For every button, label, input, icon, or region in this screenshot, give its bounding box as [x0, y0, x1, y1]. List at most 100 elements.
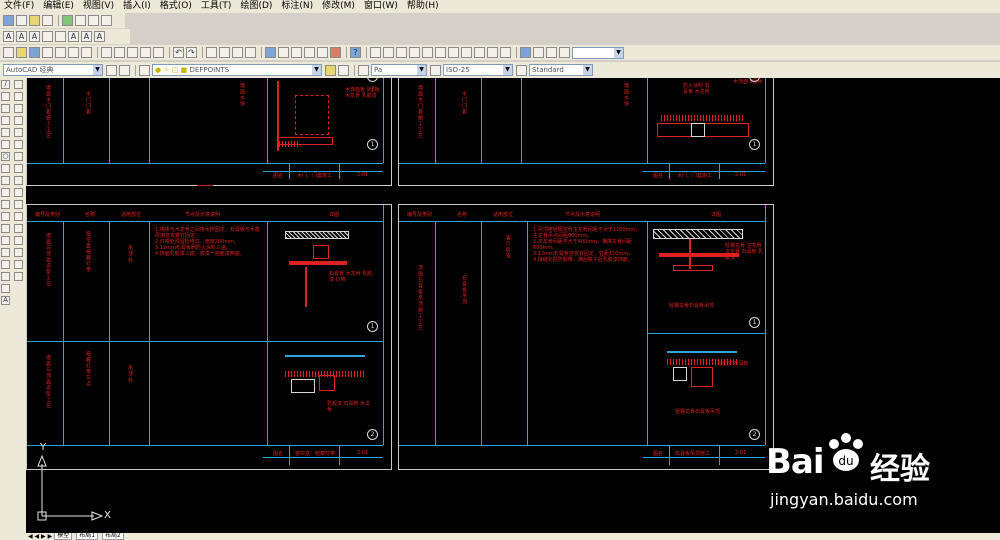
- open-file-icon[interactable]: [16, 47, 27, 58]
- viewport-icon[interactable]: [520, 47, 531, 58]
- tab-nav-icon[interactable]: ◀ ◀ ▶ ▶: [28, 533, 52, 540]
- make-block-icon[interactable]: [1, 224, 10, 233]
- move-icon[interactable]: [14, 140, 23, 149]
- point-icon[interactable]: [1, 236, 10, 245]
- table-icon[interactable]: [1, 284, 10, 293]
- polyline-icon[interactable]: [1, 104, 10, 113]
- workspace-save-icon[interactable]: [119, 64, 130, 76]
- tolerance-icon[interactable]: [500, 47, 511, 58]
- properties-icon[interactable]: [42, 15, 53, 26]
- join-icon[interactable]: [14, 224, 23, 233]
- erase-icon[interactable]: [14, 80, 23, 89]
- print-preview-icon[interactable]: [55, 47, 66, 58]
- zoom-window-icon[interactable]: [232, 47, 243, 58]
- menu-help[interactable]: 帮助(H): [407, 0, 439, 13]
- layer-select[interactable]: ● ☼ ◰ ■ DEFPOINTS ▼: [152, 64, 322, 76]
- help-icon[interactable]: ?: [350, 47, 361, 58]
- textstyle-select[interactable]: Standard ▼: [529, 64, 593, 76]
- break-icon[interactable]: [14, 212, 23, 221]
- rectangle-icon[interactable]: [1, 128, 10, 137]
- menu-edit[interactable]: 编辑(E): [43, 0, 74, 13]
- dimstyle-icon[interactable]: [430, 64, 441, 76]
- menu-format[interactable]: 格式(O): [160, 0, 192, 13]
- copy-icon[interactable]: [16, 15, 27, 26]
- offset-icon[interactable]: [14, 116, 23, 125]
- revcloud-icon[interactable]: [1, 164, 10, 173]
- design-center-icon[interactable]: [278, 47, 289, 58]
- new-file-icon[interactable]: [3, 47, 14, 58]
- mtext-icon[interactable]: A: [1, 296, 10, 305]
- tab-layout2[interactable]: 布局2: [102, 533, 124, 540]
- scale-icon[interactable]: [14, 164, 23, 173]
- gradient-icon[interactable]: [1, 260, 10, 269]
- stretch-icon[interactable]: [14, 176, 23, 185]
- edit-text-icon[interactable]: A: [29, 31, 40, 42]
- arc-icon[interactable]: [1, 140, 10, 149]
- redo-icon[interactable]: ↷: [186, 47, 197, 58]
- tab-model[interactable]: 模型: [54, 533, 73, 540]
- viewport-clip-icon[interactable]: [546, 47, 557, 58]
- textstyle-icon[interactable]: [516, 64, 527, 76]
- layer-icon[interactable]: [3, 15, 14, 26]
- text-icon[interactable]: A: [3, 31, 14, 42]
- save-icon[interactable]: [29, 47, 40, 58]
- dim-aligned-icon[interactable]: [383, 47, 394, 58]
- sheet-bottom-right[interactable]: 编号及类别 名称 适用部位 节点及示意说明 详图 顶面石膏板吊顶施工工艺 石膏板…: [398, 204, 774, 470]
- print-icon[interactable]: [42, 47, 53, 58]
- dim-baseline-icon[interactable]: [474, 47, 485, 58]
- array-icon[interactable]: [14, 128, 23, 137]
- sheet-bottom-left[interactable]: 编号及类别 名称 适用部位 节点及示意说明 详图 墙面与顶面造型工艺 窗帘盒暗藏…: [26, 204, 392, 470]
- menu-insert[interactable]: 插入(I): [123, 0, 151, 13]
- text-front-icon[interactable]: [101, 15, 112, 26]
- fillet-icon[interactable]: [14, 248, 23, 257]
- multiline-text-icon[interactable]: A: [16, 31, 27, 42]
- region-icon[interactable]: [1, 272, 10, 281]
- menu-view[interactable]: 视图(V): [83, 0, 114, 13]
- send-back-icon[interactable]: [88, 15, 99, 26]
- extend-icon[interactable]: [14, 200, 23, 209]
- ellipse-icon[interactable]: [1, 188, 10, 197]
- scale-list-icon[interactable]: [14, 272, 23, 281]
- pan-icon[interactable]: [206, 47, 217, 58]
- menu-modify[interactable]: 修改(M): [322, 0, 355, 13]
- workspace-settings-icon[interactable]: [106, 64, 117, 76]
- dim-ordinate-icon[interactable]: [409, 47, 420, 58]
- tab-layout1[interactable]: 布局1: [76, 533, 99, 540]
- explode-icon[interactable]: [14, 260, 23, 269]
- dim-arc-icon[interactable]: [396, 47, 407, 58]
- justify-text-icon[interactable]: A: [94, 31, 105, 42]
- ellipse-arc-icon[interactable]: [1, 200, 10, 209]
- zoom-previous-icon[interactable]: [245, 47, 256, 58]
- folder-icon[interactable]: [29, 15, 40, 26]
- paste-icon[interactable]: [127, 47, 138, 58]
- markup-icon[interactable]: [317, 47, 328, 58]
- cut-icon[interactable]: [101, 47, 112, 58]
- chamfer-icon[interactable]: [14, 236, 23, 245]
- undo-icon[interactable]: ↶: [173, 47, 184, 58]
- match-properties-icon[interactable]: [140, 47, 151, 58]
- scale-text-icon[interactable]: A: [81, 31, 92, 42]
- layer-current-icon[interactable]: [325, 64, 336, 76]
- menu-file[interactable]: 文件(F): [4, 0, 34, 13]
- workspace-select[interactable]: AutoCAD 经典 ▼: [3, 64, 103, 76]
- quick-dim-icon[interactable]: [461, 47, 472, 58]
- layer-previous-icon[interactable]: [338, 64, 349, 76]
- hatch-icon[interactable]: [1, 248, 10, 257]
- viewport-poly-icon[interactable]: [533, 47, 544, 58]
- bring-front-icon[interactable]: [75, 15, 86, 26]
- menu-draw[interactable]: 绘图(D): [240, 0, 272, 13]
- 3d-dwf-icon[interactable]: [81, 47, 92, 58]
- dim-continue-icon[interactable]: [487, 47, 498, 58]
- line-icon[interactable]: /: [1, 80, 10, 89]
- sheet-top-left[interactable]: 墙面木门套施工工艺 木门门套 墙面木饰 木饰面板 9厘板 木龙骨 乳胶漆 2 1…: [26, 78, 392, 186]
- rotate-icon[interactable]: [14, 152, 23, 161]
- menu-dimension[interactable]: 标注(N): [281, 0, 313, 13]
- spline-icon[interactable]: [1, 176, 10, 185]
- publish-icon[interactable]: [68, 47, 79, 58]
- dim-radius-icon[interactable]: [422, 47, 433, 58]
- trim-icon[interactable]: [14, 188, 23, 197]
- dim-angular-icon[interactable]: [448, 47, 459, 58]
- menu-window[interactable]: 窗口(W): [364, 0, 398, 13]
- viewport-convert-icon[interactable]: [559, 47, 570, 58]
- xline-icon[interactable]: [1, 92, 10, 101]
